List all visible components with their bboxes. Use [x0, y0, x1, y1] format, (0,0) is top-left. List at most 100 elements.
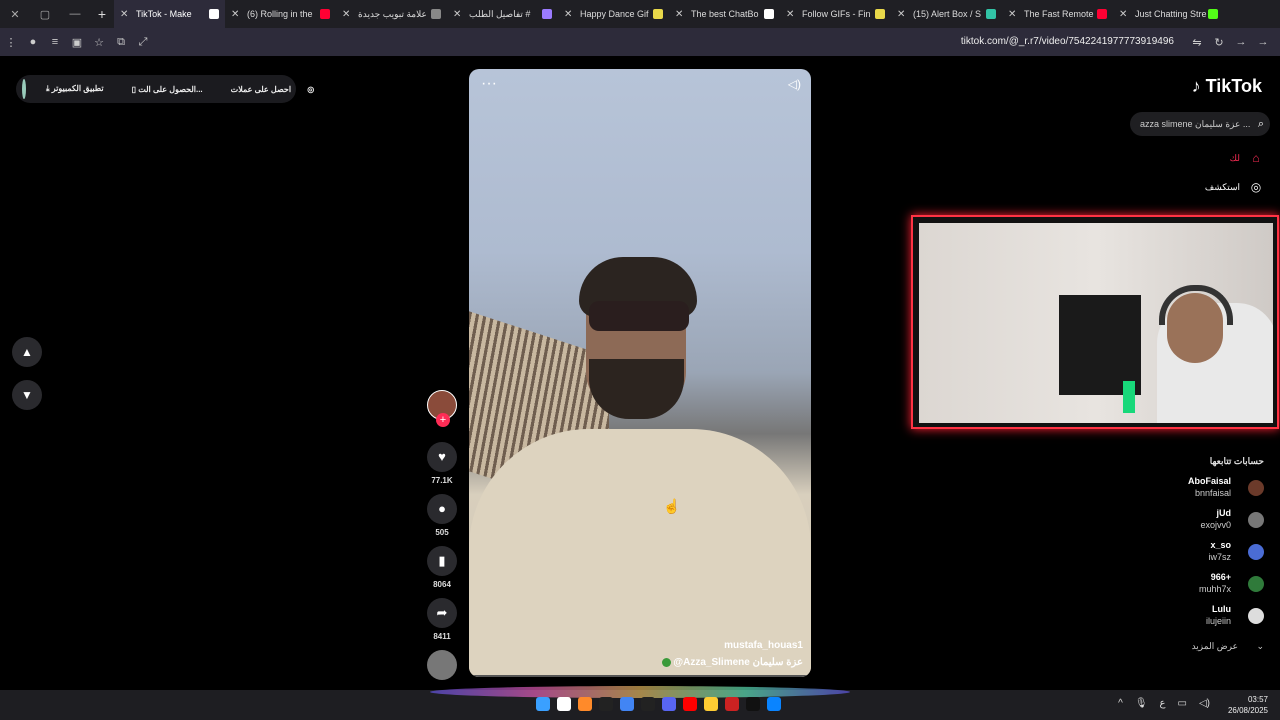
tab-close-icon[interactable]: ✕ — [1008, 9, 1020, 20]
like-heart-icon[interactable]: ♥ — [427, 442, 457, 472]
following-item[interactable]: Lulu ilujeiin — [1072, 604, 1272, 630]
site-settings-icon[interactable]: ⇋ — [1186, 36, 1208, 49]
tray-chevron-icon[interactable]: ^ — [1118, 698, 1123, 709]
taskbar-app-icon[interactable] — [557, 697, 571, 711]
follow-plus-icon[interactable]: + — [436, 413, 450, 427]
address-bar: ⋮ ● ≡ ▣ ☆ ⧉ ⤢ tiktok.com/@_r.r7/video/75… — [0, 28, 1280, 56]
sound-disc-icon[interactable] — [427, 650, 457, 680]
browser-tab[interactable]: ✕ علامة تبويب جديدة — [336, 0, 447, 28]
bookmark-star-icon[interactable]: ☆ — [88, 36, 110, 49]
youtube-icon — [1097, 9, 1107, 19]
following-handle: iw7sz — [1208, 552, 1231, 562]
creator-avatar[interactable]: + — [427, 390, 457, 427]
taskbar-app-icon[interactable] — [746, 697, 760, 711]
taskbar-app-icon[interactable] — [725, 697, 739, 711]
following-avatar — [1248, 512, 1264, 528]
tab-title: Just Chatting Stre — [1135, 9, 1207, 19]
youtube-icon — [320, 9, 330, 19]
profile-icon[interactable]: ● — [22, 36, 44, 48]
video-username[interactable]: mustafa_houas1 — [724, 640, 803, 651]
following-item[interactable]: jUd exojvv0 — [1072, 508, 1272, 534]
nav-item-for-you[interactable]: لك ⌂ — [1230, 150, 1264, 166]
url-field[interactable]: tiktok.com/@_r.r7/video/7542241977773919… — [961, 36, 1174, 47]
close-window-icon[interactable]: ✕ — [0, 8, 30, 21]
globe-icon[interactable] — [22, 79, 26, 99]
taskbar-app-icon[interactable] — [578, 697, 592, 711]
next-video-button[interactable]: ▼ — [12, 380, 42, 410]
browser-tab[interactable]: ✕ Happy Dance Gif — [558, 0, 669, 28]
browser-tab[interactable]: ✕ TikTok - Make — [114, 0, 225, 28]
network-icon[interactable]: ▭ — [1178, 698, 1187, 709]
taskbar-app-icon[interactable] — [641, 697, 655, 711]
tab-strip: ✕ TikTok - Make ✕ (6) Rolling in the ✕ علامة … — [114, 0, 1224, 28]
tab-close-icon[interactable]: ✕ — [786, 9, 798, 20]
taskbar-app-icon[interactable] — [767, 697, 781, 711]
video-player[interactable]: ··· ◁) mustafa_houas1 @Azza_Slimene عزة … — [469, 69, 811, 677]
tab-close-icon[interactable]: ✕ — [564, 9, 576, 20]
search-input[interactable]: azza slimene عزة سليمان ... ⌕ — [1130, 112, 1270, 136]
language-indicator[interactable]: ع — [1160, 698, 1166, 709]
back-icon[interactable]: → — [1252, 36, 1274, 48]
taskbar-app-icon[interactable] — [536, 697, 550, 711]
tab-close-icon[interactable]: ✕ — [342, 9, 354, 20]
following-item[interactable]: AboFaisal bnnfaisal — [1072, 476, 1272, 502]
minimize-window-icon[interactable]: — — [60, 8, 90, 20]
speaker-icon[interactable]: ◁) — [1199, 698, 1210, 709]
collections-icon[interactable]: ⧉ — [110, 36, 132, 49]
share-icon[interactable]: ➦ — [427, 598, 457, 628]
following-item[interactable]: 966+ muhh7x — [1072, 572, 1272, 598]
get-app-link[interactable]: ▯ الحصول على الت... — [132, 85, 217, 94]
taskbar-app-icon[interactable] — [620, 697, 634, 711]
browser-tab[interactable]: ✕ تفاصيل الطلب # — [447, 0, 558, 28]
tab-close-icon[interactable]: ✕ — [897, 9, 909, 20]
tab-title: TikTok - Make — [136, 9, 192, 19]
nav-item-explore[interactable]: استكشف ◎ — [1205, 179, 1264, 195]
menu-dots-icon[interactable]: ⋮ — [0, 36, 22, 49]
tab-close-icon[interactable]: ✕ — [1119, 9, 1131, 20]
comment-icon[interactable]: ● — [427, 494, 457, 524]
following-item[interactable]: x_so iw7sz — [1072, 540, 1272, 566]
screenshot-icon[interactable]: ⤢ — [132, 36, 154, 49]
browser-tab-bar: ✕ ▢ — + ✕ TikTok - Make ✕ (6) Rolling in th… — [0, 0, 1280, 28]
browser-tab[interactable]: ✕ The best ChatBo — [669, 0, 780, 28]
get-pc-app-link[interactable]: ⤓ تطبيق الكمبيوتر — [46, 84, 118, 94]
tab-close-icon[interactable]: ✕ — [675, 9, 687, 20]
tab-close-icon[interactable]: ✕ — [231, 9, 243, 20]
extensions-icon[interactable]: ▣ — [66, 36, 88, 49]
see-more-button[interactable]: عرض المزيد ⌄ — [1192, 641, 1264, 652]
restore-window-icon[interactable]: ▢ — [30, 8, 60, 21]
following-name: jUd — [1216, 508, 1232, 518]
browser-tab[interactable]: ✕ Follow GIFs - Fin — [780, 0, 891, 28]
new-tab-button[interactable]: + — [90, 6, 114, 22]
previous-video-button[interactable]: ▲ — [12, 337, 42, 367]
browser-tab[interactable]: ✕ The Fast Remote — [1002, 0, 1113, 28]
search-icon[interactable]: ⌕ — [1258, 112, 1264, 136]
taskbar-app-icon[interactable] — [704, 697, 718, 711]
tab-close-icon[interactable]: ✕ — [120, 9, 132, 20]
tiktok-logo-text: TikTok — [1205, 76, 1262, 96]
browser-tab[interactable]: ✕ (15) Alert Box / S — [891, 0, 1002, 28]
video-nickname[interactable]: @Azza_Slimene عزة سليمان — [661, 657, 803, 668]
system-clock[interactable]: 03:57 26/08/2025 — [1228, 694, 1268, 716]
volume-icon[interactable]: ◁) — [788, 77, 801, 91]
tiktok-logo[interactable]: ♪ TikTok — [1192, 76, 1262, 97]
browser-tab[interactable]: ✕ (6) Rolling in the — [225, 0, 336, 28]
bookmark-icon[interactable]: ▮ — [427, 546, 457, 576]
tab-title: علامة تبويب جديدة — [358, 8, 427, 19]
more-options-icon[interactable]: ··· — [481, 75, 497, 93]
video-progress-bar[interactable] — [469, 675, 811, 677]
forward-icon[interactable]: → — [1230, 36, 1252, 48]
reload-icon[interactable]: ↻ — [1208, 36, 1230, 49]
taskbar-app-icon[interactable] — [662, 697, 676, 711]
reading-list-icon[interactable]: ≡ — [44, 36, 66, 48]
webcam-overlay — [911, 215, 1279, 429]
see-more-label: عرض المزيد — [1191, 641, 1238, 651]
microphone-icon[interactable]: 🎙 — [1135, 698, 1148, 709]
get-coins-link[interactable]: احصل على عملات ◎ — [231, 85, 315, 94]
taskbar-app-icon[interactable] — [683, 697, 697, 711]
taskbar-app-icon[interactable] — [599, 697, 613, 711]
headphones-icon — [1159, 285, 1233, 325]
tab-title: Follow GIFs - Fin — [802, 9, 871, 19]
browser-tab[interactable]: ✕ Just Chatting Stre — [1113, 0, 1224, 28]
tab-close-icon[interactable]: ✕ — [453, 9, 465, 20]
